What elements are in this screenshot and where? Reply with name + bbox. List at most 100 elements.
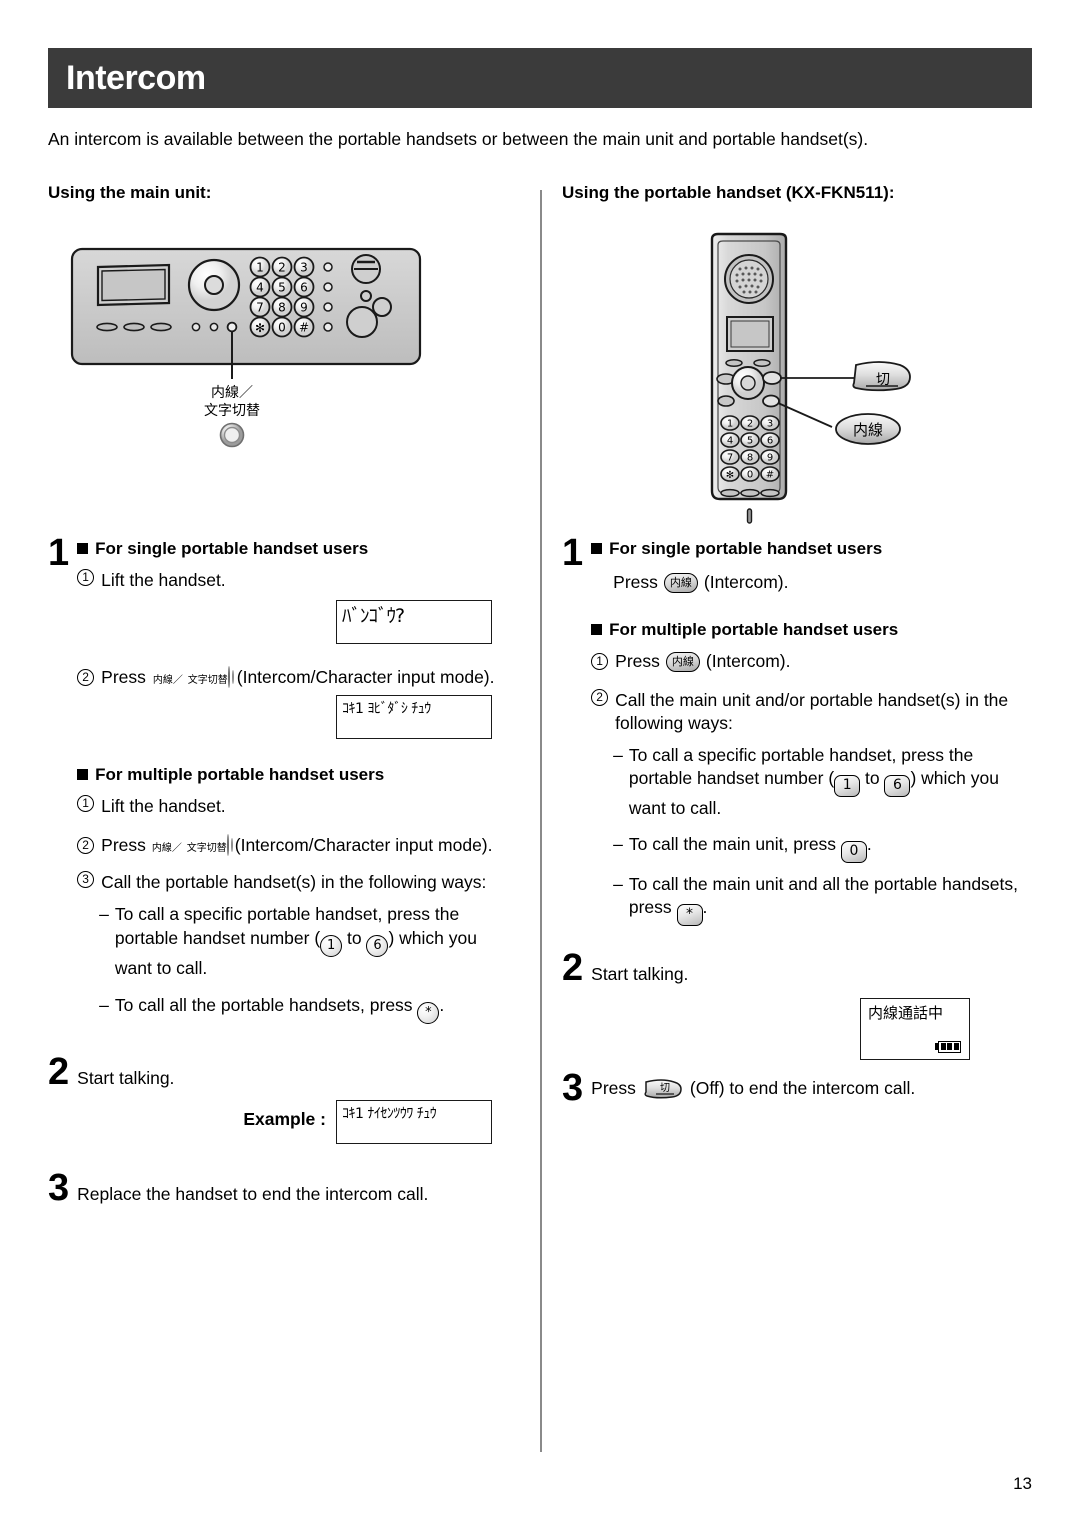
example-label: Example : (243, 1108, 326, 1129)
svg-text:1: 1 (256, 261, 264, 275)
left-step-1-number: 1 (48, 532, 70, 574)
right-lcd-wrap: 内線通話中 (591, 997, 1032, 1060)
keypad-key-6-icon[interactable]: 6 (884, 775, 911, 798)
intercom-key-icon[interactable]: 内線 (665, 651, 700, 672)
svg-text:4: 4 (256, 281, 264, 295)
keypad-key-1-icon[interactable]: 1 (320, 934, 343, 957)
left-bullet-all-handsets: – To call all the portable handsets, pre… (99, 994, 518, 1024)
left-step-3-text: Replace the handset to end the intercom … (77, 1183, 429, 1204)
right-column-heading: Using the portable handset (KX-FKN511): (562, 183, 895, 202)
svg-text:6: 6 (300, 281, 308, 295)
right-single-handset-heading: For single portable handset users (591, 539, 1032, 559)
bullet-square-icon (77, 769, 89, 781)
keypad-key-star-icon[interactable]: * (676, 903, 703, 926)
circled-number-icon: 1 (77, 569, 95, 586)
intercom-button-knob[interactable] (226, 834, 229, 857)
off-key-icon[interactable]: 切 (644, 1078, 682, 1100)
right-step-2: 2 Start talking. 内線通話中 (562, 946, 1032, 1060)
bullet-square-icon (591, 624, 603, 636)
svg-text:7: 7 (256, 301, 264, 315)
keypad-key-star-icon[interactable]: * (417, 1001, 440, 1024)
svg-text:5: 5 (278, 281, 286, 295)
right-multiple-bullets: – To call a specific portable handset, p… (613, 744, 1032, 926)
svg-text:9: 9 (767, 453, 773, 464)
right-multiple-item-2: 2 Call the main unit and/or portable han… (591, 689, 1032, 735)
portable-handset-figure: 1 2 3 4 5 6 7 8 9 ✻ 0 # 切 内線 (562, 209, 1032, 539)
right-step-3: 3 Press 切 (Off) to end the intercom call… (562, 1066, 1032, 1109)
right-step-2-number: 2 (562, 946, 584, 989)
left-example-row: Example : ｺｷ1 ﾅｲｾﾝﾂｳﾜ ﾁｭｳ (77, 1099, 518, 1144)
battery-body (938, 1040, 961, 1053)
svg-text:4: 4 (727, 436, 733, 447)
column-divider (540, 190, 542, 1452)
left-bullet-specific-handset: – To call a specific portable handset, p… (99, 904, 477, 978)
svg-text:2: 2 (747, 419, 753, 430)
left-multiple-bullets: – To call a specific portable handset, p… (99, 903, 518, 1024)
svg-text:3: 3 (767, 419, 773, 430)
bullet-square-icon (591, 543, 603, 554)
svg-text:0: 0 (278, 321, 286, 335)
left-lcd-yobidashi-wrap: ｺｷ1 ﾖﾋﾞﾀﾞｼ ﾁｭｳ (77, 695, 518, 740)
intercom-character-button-icon[interactable]: 内線／ 文字切替 (152, 834, 229, 857)
left-single-item-2: 2 Press 内線／ 文字切替 (Intercom/Character inp… (77, 665, 518, 689)
circled-number-icon: 3 (77, 871, 95, 889)
left-multiple-item-2: 2 Press 内線／ 文字切替 (Intercom/Character inp… (77, 834, 518, 857)
right-step-3-text-after: (Off) to end the intercom call. (689, 1078, 916, 1099)
page-number: 13 (1013, 1474, 1032, 1493)
svg-text:6: 6 (767, 436, 773, 447)
circled-number-icon: 1 (77, 795, 95, 813)
right-bullet-specific-handset: – To call a specific portable handset, p… (613, 745, 999, 819)
left-multiple-handset-heading: For multiple portable handset users (77, 765, 518, 785)
main-unit-illustration: 1 2 3 4 5 6 7 8 9 ✻ 0 # 内線／ 文字切替 (70, 247, 422, 448)
svg-text:7: 7 (727, 453, 733, 464)
left-step-3: 3 Replace the handset to end the interco… (48, 1166, 518, 1209)
lcd-display-bangou: ﾊﾞﾝｺﾞｳ? (336, 600, 492, 645)
right-step-1-number: 1 (562, 532, 584, 574)
right-step-3-number: 3 (562, 1066, 584, 1109)
left-step-3-number: 3 (48, 1166, 70, 1209)
circled-number-icon: 2 (77, 669, 95, 687)
page-header-bar: Intercom (48, 48, 1032, 108)
svg-text:内線／: 内線／ (211, 385, 253, 401)
right-bullet-main-unit-and-all: – To call the main unit and all the port… (613, 873, 1032, 926)
svg-text:2: 2 (278, 261, 286, 275)
handset-lcd-text: 内線通話中 (868, 1003, 944, 1022)
right-column: Using the portable handset (KX-FKN511): (562, 183, 1032, 1109)
page-title: Intercom (66, 58, 206, 97)
right-step-3-text-before: Press (591, 1078, 636, 1099)
lcd-display-example: ｺｷ1 ﾅｲｾﾝﾂｳﾜ ﾁｭｳ (336, 1099, 492, 1144)
battery-icon (935, 1040, 961, 1053)
left-column-heading: Using the main unit: (48, 183, 212, 202)
left-lcd-bangou-wrap: ﾊﾞﾝｺﾞｳ? (77, 600, 518, 645)
svg-text:✻: ✻ (726, 470, 734, 481)
left-multiple-item-1: 1 Lift the handset. (77, 795, 518, 818)
svg-text:0: 0 (747, 470, 753, 481)
right-step-2-text: Start talking. (591, 963, 689, 984)
intercom-key-icon[interactable]: 内線 (663, 572, 698, 593)
keypad-key-0-icon[interactable]: 0 (840, 840, 867, 863)
svg-text:✻: ✻ (255, 321, 265, 335)
keypad-key-6-icon[interactable]: 6 (366, 934, 389, 957)
callout-intercom-label: 内線 (853, 421, 883, 439)
svg-text:#: # (766, 470, 774, 481)
svg-text:切: 切 (660, 1082, 670, 1094)
left-column: Using the main unit: 1 2 3 4 5 6 7 8 9 ✻… (48, 183, 518, 1209)
bullet-square-icon (77, 543, 89, 554)
left-step-2: 2 Start talking. Example : ｺｷ1 ﾅｲｾﾝﾂｳﾜ ﾁ… (48, 1050, 518, 1144)
circled-number-icon: 1 (591, 653, 609, 671)
svg-text:3: 3 (300, 261, 308, 275)
left-step-2-number: 2 (48, 1050, 70, 1093)
svg-text:文字切替: 文字切替 (204, 403, 260, 419)
keypad-key-1-icon[interactable]: 1 (834, 775, 861, 798)
left-step-1: 1 For single portable handset users 1 Li… (48, 532, 518, 1024)
left-multiple-item-3: 3 Call the portable handset(s) in the fo… (77, 871, 518, 894)
lcd-display-yobidashi: ｺｷ1 ﾖﾋﾞﾀﾞｼ ﾁｭｳ (336, 695, 492, 740)
circled-number-icon: 2 (591, 689, 609, 707)
intercom-button-knob[interactable] (227, 665, 230, 688)
portable-handset-illustration: 1 2 3 4 5 6 7 8 9 ✻ 0 # 切 内線 (710, 232, 911, 524)
intro-paragraph: An intercom is available between the por… (48, 129, 869, 149)
svg-text:#: # (299, 321, 309, 335)
intercom-character-button-icon[interactable]: 内線／ 文字切替 (153, 665, 230, 688)
svg-text:9: 9 (300, 301, 308, 315)
svg-text:8: 8 (278, 301, 286, 315)
